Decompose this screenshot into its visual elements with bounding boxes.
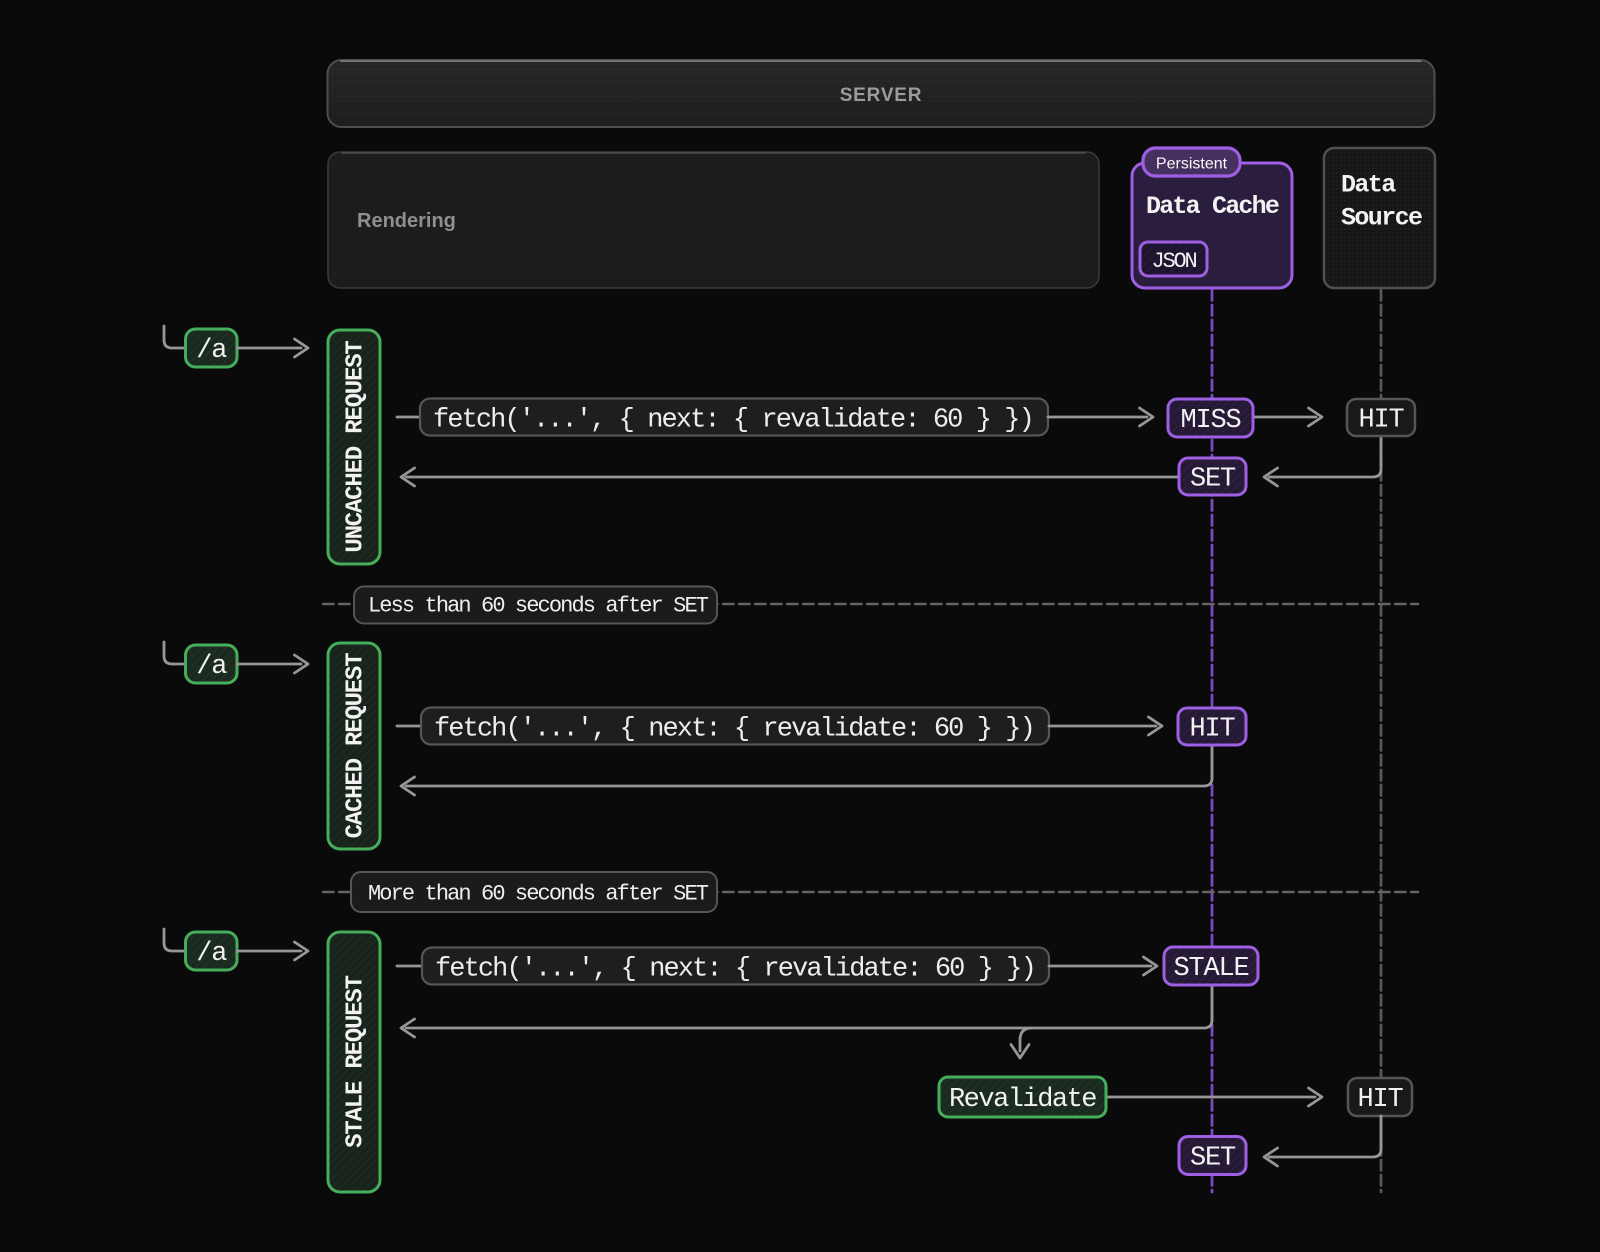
svg-text:/a: /a xyxy=(196,652,227,682)
svg-text:Data Cache: Data Cache xyxy=(1146,192,1279,221)
svg-text:STALE: STALE xyxy=(1173,954,1248,984)
svg-text:fetch('...', { next: { revalid: fetch('...', { next: { revalidate: 60 } … xyxy=(434,714,1034,744)
svg-text:HIT: HIT xyxy=(1357,1085,1403,1115)
svg-text:HIT: HIT xyxy=(1189,714,1235,744)
svg-text:SET: SET xyxy=(1190,464,1236,494)
svg-text:Source: Source xyxy=(1341,204,1422,233)
svg-text:fetch('...', { next: { revalid: fetch('...', { next: { revalidate: 60 } … xyxy=(435,954,1035,984)
svg-text:CACHED REQUEST: CACHED REQUEST xyxy=(343,653,370,839)
svg-text:Rendering: Rendering xyxy=(357,210,456,232)
svg-text:STALE REQUEST: STALE REQUEST xyxy=(343,975,370,1147)
svg-text:Revalidate: Revalidate xyxy=(949,1085,1096,1115)
svg-text:JSON: JSON xyxy=(1151,249,1196,274)
svg-text:SET: SET xyxy=(1190,1143,1236,1173)
svg-text:HIT: HIT xyxy=(1358,405,1404,435)
svg-text:fetch('...', { next: { revalid: fetch('...', { next: { revalidate: 60 } … xyxy=(433,405,1033,435)
svg-text:More than 60 seconds after SET: More than 60 seconds after SET xyxy=(368,882,709,907)
svg-text:/a: /a xyxy=(196,336,227,366)
svg-text:/a: /a xyxy=(196,939,227,969)
svg-text:Less than 60 seconds after SET: Less than 60 seconds after SET xyxy=(368,594,709,619)
svg-text:UNCACHED REQUEST: UNCACHED REQUEST xyxy=(343,341,370,553)
svg-text:MISS: MISS xyxy=(1180,406,1240,436)
svg-text:SERVER: SERVER xyxy=(840,85,923,106)
svg-text:Data: Data xyxy=(1341,171,1396,200)
svg-text:Persistent: Persistent xyxy=(1156,156,1228,173)
